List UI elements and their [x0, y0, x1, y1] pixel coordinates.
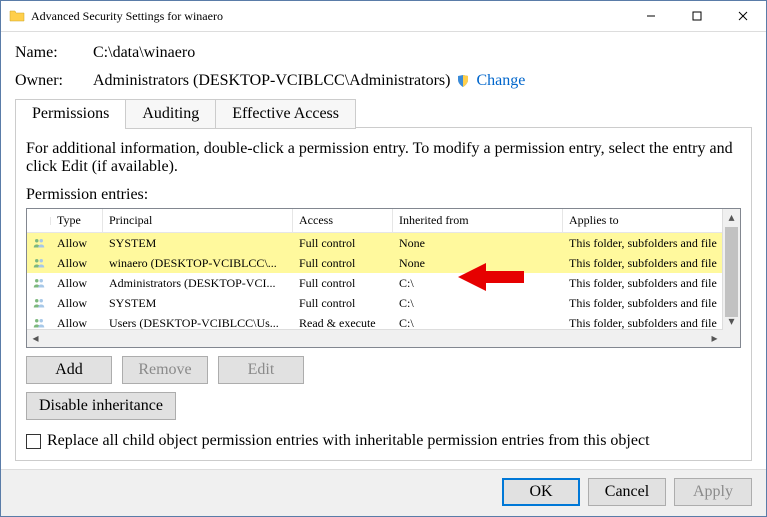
cell-inherited: None [393, 254, 563, 273]
cell-inherited: None [393, 234, 563, 253]
scroll-corner [723, 330, 740, 347]
name-label: Name: [15, 44, 93, 62]
table-row[interactable]: Allowwinaero (DESKTOP-VCIBLCC\...Full co… [27, 253, 740, 273]
tab-effective-access[interactable]: Effective Access [215, 99, 356, 129]
name-value: C:\data\winaero [93, 44, 195, 62]
cell-principal: SYSTEM [103, 234, 293, 253]
replace-checkbox[interactable] [26, 434, 41, 449]
scroll-up-icon[interactable]: ▴ [723, 209, 740, 226]
cell-access: Full control [293, 234, 393, 253]
vertical-scrollbar[interactable]: ▴ ▾ [722, 209, 740, 330]
scroll-down-icon[interactable]: ▾ [723, 313, 740, 330]
cancel-button[interactable]: Cancel [588, 478, 666, 506]
cell-type: Allow [51, 234, 103, 253]
maximize-button[interactable] [674, 1, 720, 31]
cell-inherited: C:\ [393, 294, 563, 313]
cell-inherited: C:\ [393, 274, 563, 293]
remove-button[interactable]: Remove [122, 356, 208, 384]
help-text: For additional information, double-click… [26, 140, 741, 176]
scroll-thumb[interactable] [725, 227, 738, 317]
titlebar: Advanced Security Settings for winaero [1, 1, 766, 32]
people-icon [27, 254, 51, 272]
table-row[interactable]: AllowSYSTEMFull controlNoneThis folder, … [27, 233, 740, 253]
owner-label: Owner: [15, 72, 93, 90]
permissions-panel: For additional information, double-click… [15, 127, 752, 461]
close-button[interactable] [720, 1, 766, 31]
change-owner-link[interactable]: Change [476, 72, 525, 90]
horizontal-scrollbar[interactable]: ◂ ▸ [27, 329, 723, 347]
minimize-button[interactable] [628, 1, 674, 31]
col-inherited[interactable]: Inherited from [393, 209, 563, 232]
cell-applies: This folder, subfolders and file [563, 254, 740, 273]
people-icon [27, 274, 51, 292]
list-header: Type Principal Access Inherited from App… [27, 209, 740, 233]
scroll-right-icon[interactable]: ▸ [706, 330, 723, 347]
col-type[interactable]: Type [51, 209, 103, 232]
cell-access: Full control [293, 294, 393, 313]
folder-icon [9, 8, 25, 24]
cell-access: Full control [293, 274, 393, 293]
scroll-left-icon[interactable]: ◂ [27, 330, 44, 347]
dialog-window: Advanced Security Settings for winaero N… [0, 0, 767, 517]
people-icon [27, 294, 51, 312]
dialog-footer: OK Cancel Apply [1, 469, 766, 516]
tab-auditing[interactable]: Auditing [125, 99, 216, 129]
cell-type: Allow [51, 274, 103, 293]
replace-checkbox-row: Replace all child object permission entr… [26, 432, 741, 450]
edit-button[interactable]: Edit [218, 356, 304, 384]
people-icon [27, 234, 51, 252]
cell-type: Allow [51, 254, 103, 273]
apply-button[interactable]: Apply [674, 478, 752, 506]
content-area: Name: C:\data\winaero Owner: Administrat… [1, 32, 766, 469]
name-row: Name: C:\data\winaero [15, 44, 752, 62]
cell-type: Allow [51, 294, 103, 313]
col-access[interactable]: Access [293, 209, 393, 232]
cell-access: Full control [293, 254, 393, 273]
replace-checkbox-label: Replace all child object permission entr… [47, 432, 650, 450]
permission-list[interactable]: Type Principal Access Inherited from App… [26, 208, 741, 348]
add-button[interactable]: Add [26, 356, 112, 384]
table-row[interactable]: AllowAdministrators (DESKTOP-VCI...Full … [27, 273, 740, 293]
cell-principal: winaero (DESKTOP-VCIBLCC\... [103, 254, 293, 273]
col-applies[interactable]: Applies to [563, 209, 741, 232]
disable-inheritance-button[interactable]: Disable inheritance [26, 392, 176, 420]
table-row[interactable]: AllowSYSTEMFull controlC:\This folder, s… [27, 293, 740, 313]
col-principal[interactable]: Principal [103, 209, 293, 232]
col-icon[interactable] [27, 217, 51, 225]
tab-strip: Permissions Auditing Effective Access [15, 100, 752, 128]
entry-buttons: Add Remove Edit [26, 356, 741, 384]
tab-permissions[interactable]: Permissions [15, 99, 126, 128]
cell-applies: This folder, subfolders and file [563, 274, 740, 293]
cell-principal: Administrators (DESKTOP-VCI... [103, 274, 293, 293]
cell-applies: This folder, subfolders and file [563, 294, 740, 313]
inheritance-buttons: Disable inheritance [26, 392, 741, 420]
ok-button[interactable]: OK [502, 478, 580, 506]
owner-row: Owner: Administrators (DESKTOP-VCIBLCC\A… [15, 72, 752, 90]
owner-value: Administrators (DESKTOP-VCIBLCC\Administ… [93, 72, 450, 90]
cell-applies: This folder, subfolders and file [563, 234, 740, 253]
shield-icon [456, 74, 470, 88]
cell-principal: SYSTEM [103, 294, 293, 313]
window-title: Advanced Security Settings for winaero [31, 9, 628, 24]
entries-label: Permission entries: [26, 186, 741, 204]
